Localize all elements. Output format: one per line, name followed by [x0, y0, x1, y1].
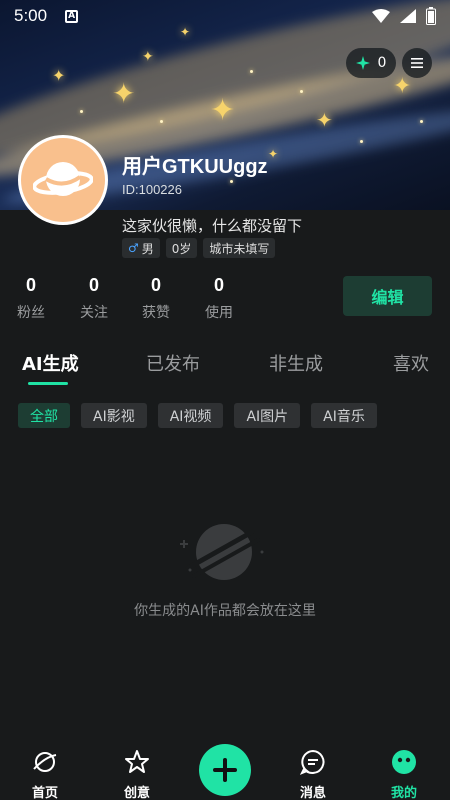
username: 用户GTKUUggz	[122, 156, 268, 178]
tab-non-generated[interactable]: 非生成	[269, 350, 323, 376]
stat-following[interactable]: 0 关注	[64, 275, 124, 322]
city-label: 城市未填写	[209, 241, 270, 256]
star-outline-icon	[125, 750, 149, 773]
nav-label: 消息	[299, 786, 326, 800]
age-tag: 0岁	[165, 238, 198, 258]
gender-tag: ♂ 男	[122, 238, 160, 258]
male-icon: ♂	[128, 241, 139, 255]
tab-ai-generated[interactable]: AI生成	[22, 350, 79, 376]
stat-value: 0	[25, 275, 36, 295]
bio-text: 这家伙很懒，什么都没留下	[122, 217, 303, 235]
planet-avatar-icon	[33, 162, 93, 196]
wifi-icon	[372, 9, 390, 23]
profile-face-icon	[392, 750, 416, 774]
stats-row: 0 粉丝 0 关注 0 获赞 0 使用	[0, 275, 260, 325]
points-pill[interactable]: 0	[346, 48, 396, 78]
tab-liked[interactable]: 喜欢	[393, 350, 429, 376]
chip-ai-music[interactable]: AI音乐	[311, 403, 377, 428]
stat-label: 使用	[205, 305, 233, 321]
city-tag: 城市未填写	[203, 238, 276, 258]
nav-messages[interactable]: 消息	[283, 748, 343, 800]
stat-label: 关注	[80, 305, 108, 321]
stat-value: 0	[150, 275, 161, 295]
age-label: 0岁	[171, 241, 192, 256]
chip-ai-film[interactable]: AI影视	[81, 403, 147, 428]
stat-label: 获赞	[142, 305, 170, 321]
gender-label: 男	[141, 241, 154, 256]
status-bar: 5:00 A	[0, 0, 450, 32]
chip-ai-image[interactable]: AI图片	[234, 403, 301, 428]
plus-icon	[213, 758, 237, 782]
filter-chips: 全部 AI影视 AI视频 AI图片 AI音乐	[18, 403, 377, 428]
nav-label: 创意	[123, 786, 150, 800]
stat-label: 粉丝	[17, 305, 45, 321]
status-time: 5:00	[14, 6, 48, 25]
battery-icon	[426, 7, 436, 25]
edit-profile-button[interactable]: 编辑	[343, 276, 432, 316]
points-value: 0	[377, 55, 387, 71]
empty-planet-icon	[180, 524, 264, 580]
stat-usage[interactable]: 0 使用	[189, 275, 249, 322]
sparkle-icon	[355, 56, 370, 70]
stat-value: 0	[213, 275, 224, 295]
nav-label: 首页	[31, 786, 58, 800]
active-tab-indicator	[28, 382, 68, 385]
nav-label: 我的	[390, 786, 417, 800]
tab-published[interactable]: 已发布	[146, 350, 200, 376]
stat-fans[interactable]: 0 粉丝	[1, 275, 61, 322]
empty-state-text: 你生成的AI作品都会放在这里	[134, 603, 316, 619]
menu-button[interactable]	[402, 48, 432, 78]
nav-home[interactable]: 首页	[15, 748, 75, 800]
chip-all[interactable]: 全部	[18, 403, 70, 428]
stat-value: 0	[88, 275, 99, 295]
message-icon	[300, 749, 325, 775]
notification-badge: A	[65, 9, 79, 23]
nav-creative[interactable]: 创意	[107, 748, 167, 800]
create-fab-button[interactable]	[199, 744, 251, 796]
profile-tags: ♂ 男 0岁 城市未填写	[122, 238, 276, 258]
user-id: ID:100226	[122, 182, 182, 197]
planet-icon	[33, 752, 57, 772]
nav-profile[interactable]: 我的	[374, 748, 434, 800]
menu-icon	[411, 58, 423, 68]
stat-likes[interactable]: 0 获赞	[126, 275, 186, 322]
chip-ai-video[interactable]: AI视频	[157, 403, 224, 428]
avatar[interactable]	[18, 135, 108, 225]
signal-icon	[400, 9, 416, 23]
